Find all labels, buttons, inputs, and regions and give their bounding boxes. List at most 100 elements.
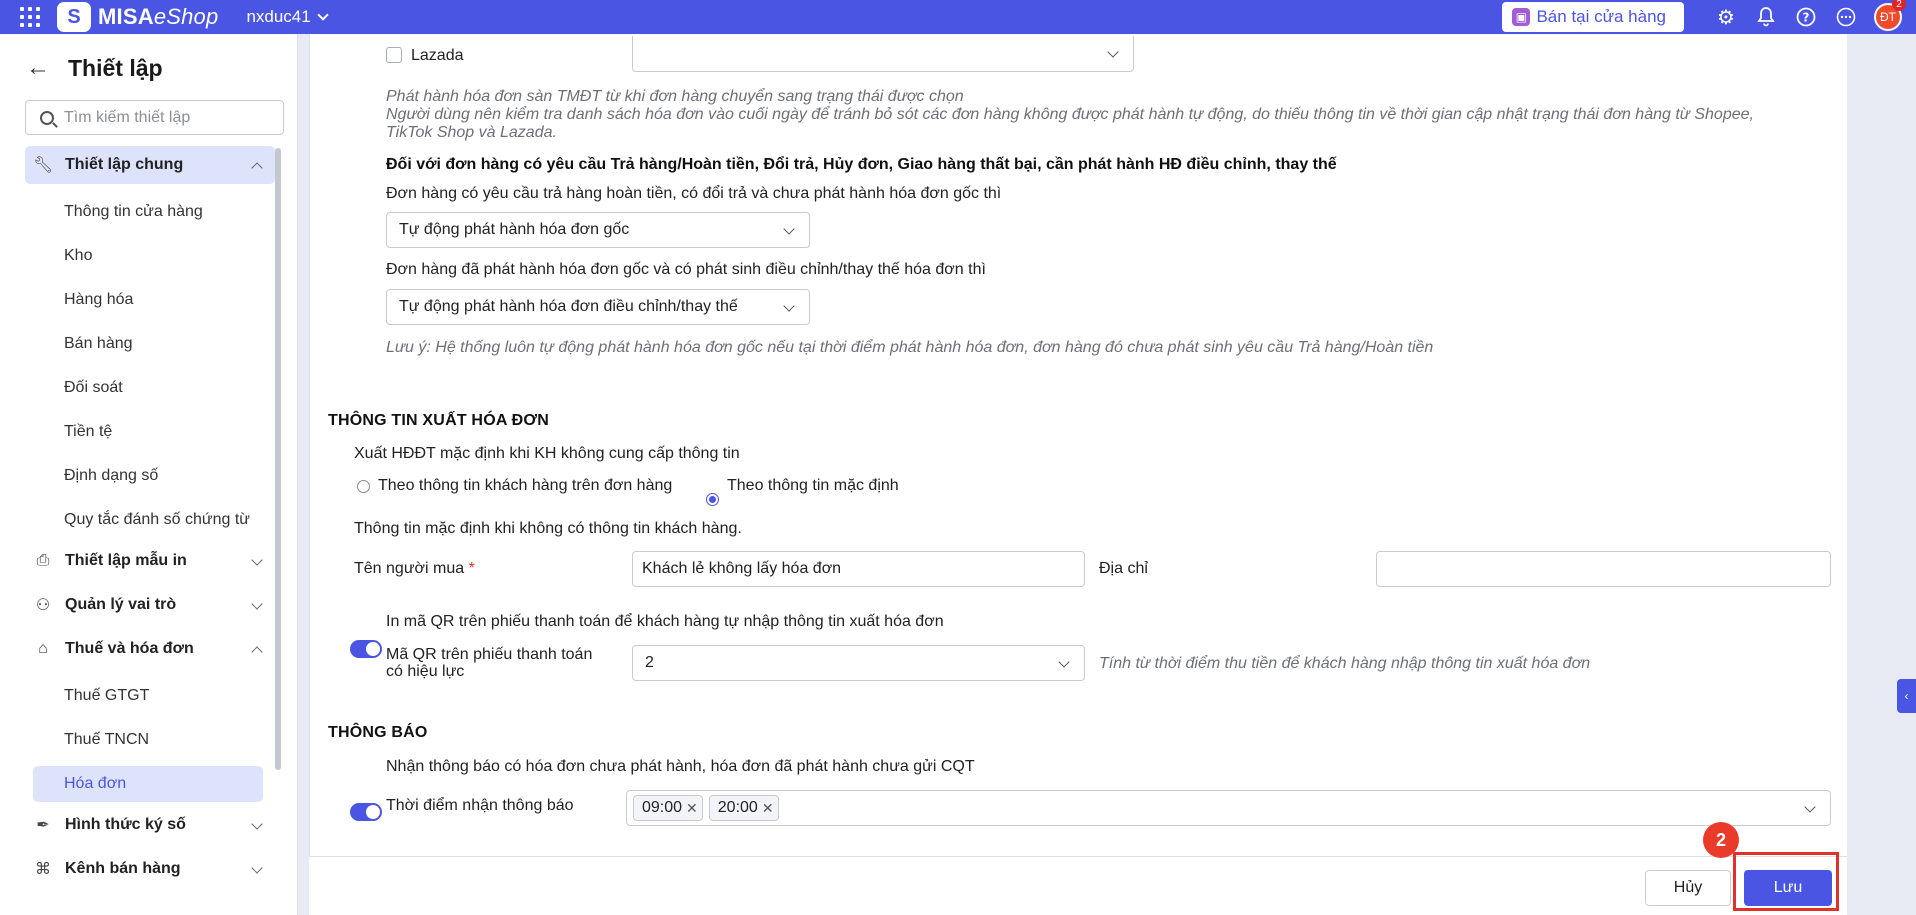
close-icon[interactable]: ✕ xyxy=(762,800,774,817)
notification-badge: 2 xyxy=(1892,0,1906,11)
returns-q1-select[interactable]: Tự động phát hành hóa đơn gốc xyxy=(386,212,810,248)
app-logo[interactable]: S MISAeShop xyxy=(57,2,218,32)
bank-icon: ⌂ xyxy=(38,640,48,657)
logo-badge: S xyxy=(57,2,91,32)
sidebar-header: ← Thiết lập xyxy=(26,54,163,82)
search-icon xyxy=(40,110,54,125)
sidebar-group-print-templates[interactable]: ⎙ Thiết lập mẫu in xyxy=(25,542,275,580)
notification-toggle-label: Nhận thông báo có hóa đơn chưa phát hành… xyxy=(386,758,975,775)
chevron-down-icon xyxy=(1107,46,1119,58)
buyer-name-input[interactable]: Khách lẻ không lấy hóa đơn xyxy=(632,551,1085,587)
returns-warning-note: Lưu ý: Hệ thống luôn tự động phát hành h… xyxy=(386,339,1434,356)
more-icon[interactable] xyxy=(1826,0,1866,34)
sell-at-store-label: Bán tại cửa hàng xyxy=(1536,7,1666,26)
qr-valid-label-2: có hiệu lực xyxy=(386,663,465,680)
search-input[interactable] xyxy=(64,108,264,127)
sidebar-item-pit[interactable]: Thuế TNCN xyxy=(25,718,275,762)
qr-code-toggle[interactable] xyxy=(350,640,382,658)
notification-toggle[interactable] xyxy=(350,803,382,821)
ecommerce-note-1: Phát hành hóa đơn sàn TMĐT từ khi đơn hà… xyxy=(386,88,964,105)
sidebar-group-label: Thiết lập chung xyxy=(65,156,184,173)
returns-q2-select[interactable]: Tự động phát hành hóa đơn điều chỉnh/tha… xyxy=(386,289,810,325)
lazada-status-select[interactable] xyxy=(632,36,1134,72)
time-tag: 20:00 ✕ xyxy=(708,795,779,821)
sidebar-group-label: Thuế và hóa đơn xyxy=(65,640,194,657)
sidebar-group-digital-signature[interactable]: ✒ Hình thức ký số xyxy=(25,806,275,844)
sidebar-item-sales[interactable]: Bán hàng xyxy=(25,322,275,366)
chevron-down-icon xyxy=(251,554,263,566)
notification-time-label: Thời điểm nhận thông báo xyxy=(386,797,574,814)
top-bar: S MISAeShop nxduc41 ▣ Bán tại cửa hàng ⚙… xyxy=(0,0,1916,34)
printer-icon: ⎙ xyxy=(36,552,50,569)
chevron-down-icon xyxy=(251,818,263,830)
buyer-name-label: Tên người mua * xyxy=(354,560,475,577)
address-input[interactable] xyxy=(1376,551,1831,587)
feather-icon: ✒ xyxy=(36,817,50,834)
storefront-icon: ⌘ xyxy=(35,861,51,878)
lazada-checkbox[interactable] xyxy=(386,47,402,63)
gear-icon[interactable]: ⚙ xyxy=(1706,0,1746,34)
settings-sidebar: ← Thiết lập 🔧︎ Thiết lập chung Thông tin… xyxy=(0,34,298,915)
returns-q1-value: Tự động phát hành hóa đơn gốc xyxy=(399,221,630,238)
sell-at-store-button[interactable]: ▣ Bán tại cửa hàng xyxy=(1502,2,1684,32)
invoice-info-title: THÔNG TIN XUẤT HÓA ĐƠN xyxy=(328,412,550,429)
sidebar-item-store-info[interactable]: Thông tin cửa hàng xyxy=(25,190,275,234)
chevron-down-icon xyxy=(317,9,329,21)
save-highlight-box xyxy=(1733,852,1839,911)
page-title: Thiết lập xyxy=(68,54,163,81)
shop-selector[interactable]: nxduc41 xyxy=(246,7,329,27)
invoice-settings-panel: Lazada Phát hành hóa đơn sàn TMĐT từ khi… xyxy=(309,34,1857,915)
sidebar-item-invoice[interactable]: Hóa đơn xyxy=(33,766,263,802)
logo-text: MISAeShop xyxy=(98,4,219,29)
collapse-panel-tab[interactable]: ‹ xyxy=(1897,679,1916,713)
cancel-button[interactable]: Hủy xyxy=(1645,870,1731,906)
chevron-down-icon xyxy=(251,862,263,874)
avatar[interactable]: ĐT 2 xyxy=(1874,0,1906,31)
chevron-up-icon xyxy=(251,646,263,658)
sidebar-item-warehouse[interactable]: Kho xyxy=(25,234,275,278)
sidebar-group-tax-invoice[interactable]: ⌂ Thuế và hóa đơn xyxy=(25,630,275,668)
qr-valid-value: 2 xyxy=(645,654,654,671)
radio-default-info-label[interactable]: Theo thông tin mặc định xyxy=(727,477,899,495)
qr-code-toggle-label: In mã QR trên phiếu thanh toán để khách … xyxy=(386,613,944,630)
returns-q2-value: Tự động phát hành hóa đơn điều chỉnh/tha… xyxy=(399,298,738,315)
sidebar-scrollbar[interactable] xyxy=(275,148,281,770)
returns-q1-label: Đơn hàng có yêu cầu trả hàng hoàn tiền, … xyxy=(386,185,1002,202)
sidebar-group-sales-channels[interactable]: ⌘ Kênh bán hàng xyxy=(25,850,275,888)
sidebar-group-label: Kênh bán hàng xyxy=(65,860,181,877)
avatar-initials: ĐT xyxy=(1880,10,1896,24)
radio-customer-info[interactable] xyxy=(357,480,370,493)
chevron-up-icon xyxy=(251,162,263,174)
sidebar-item-number-format[interactable]: Định dạng số xyxy=(25,454,275,498)
radio-default-info[interactable] xyxy=(706,493,719,506)
sidebar-item-goods[interactable]: Hàng hóa xyxy=(25,278,275,322)
help-icon[interactable]: ? xyxy=(1786,0,1826,34)
chevron-down-icon xyxy=(1804,801,1816,813)
lazada-label: Lazada xyxy=(411,47,464,64)
notification-time-select[interactable]: 09:00 ✕ 20:00 ✕ xyxy=(626,790,1831,826)
default-export-label: Xuất HĐĐT mặc định khi KH không cung cấp… xyxy=(354,445,740,462)
radio-customer-info-label[interactable]: Theo thông tin khách hàng trên đơn hàng xyxy=(378,477,672,495)
sidebar-group-label: Quản lý vai trò xyxy=(65,596,177,613)
apps-grid-icon[interactable] xyxy=(19,6,41,28)
sidebar-item-currency[interactable]: Tiền tệ xyxy=(25,410,275,454)
qr-valid-select[interactable]: 2 xyxy=(632,645,1085,681)
chevron-down-icon xyxy=(783,223,795,235)
qr-valid-note: Tính từ thời điểm thu tiền để khách hàng… xyxy=(1099,655,1591,672)
store-icon: ▣ xyxy=(1512,8,1531,26)
sidebar-item-doc-numbering[interactable]: Quy tắc đánh số chứng từ xyxy=(25,498,275,542)
back-arrow-icon[interactable]: ← xyxy=(26,54,50,82)
chevron-down-icon xyxy=(251,598,263,610)
close-icon[interactable]: ✕ xyxy=(686,800,698,817)
sidebar-group-general[interactable]: 🔧︎ Thiết lập chung xyxy=(25,146,275,184)
time-tag: 09:00 ✕ xyxy=(633,795,703,821)
sidebar-item-reconciliation[interactable]: Đối soát xyxy=(25,366,275,410)
ecommerce-note-3: TikTok Shop và Lazada. xyxy=(386,124,557,141)
footer-bar xyxy=(309,856,1847,915)
sidebar-group-roles[interactable]: ⚇ Quản lý vai trò xyxy=(25,586,275,624)
address-label: Địa chỉ xyxy=(1099,560,1148,577)
sidebar-item-vat[interactable]: Thuế GTGT xyxy=(25,674,275,718)
returns-heading: Đối với đơn hàng có yêu cầu Trả hàng/Hoà… xyxy=(386,156,1337,173)
ecommerce-note-2: Người dùng nên kiểm tra danh sách hóa đơ… xyxy=(386,106,1754,123)
bell-icon[interactable] xyxy=(1746,0,1786,34)
